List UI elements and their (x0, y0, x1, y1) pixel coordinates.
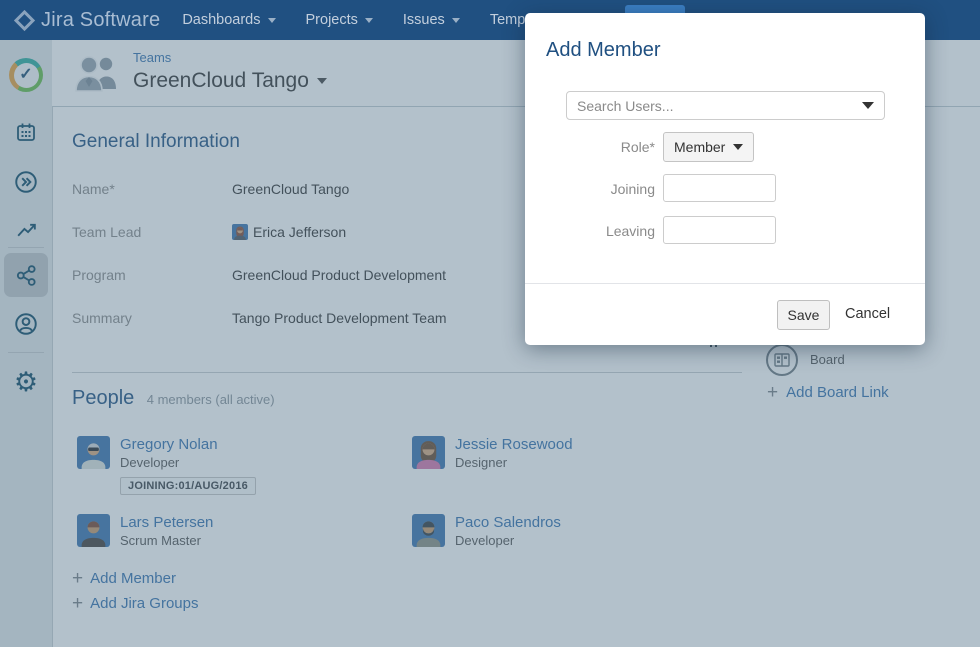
jira-logo-icon (14, 9, 35, 30)
jira-brand[interactable]: Jira Software (17, 9, 160, 32)
chevron-down-icon (365, 18, 373, 23)
joining-label: Joining (525, 174, 655, 204)
chevron-down-icon (452, 18, 460, 23)
nav-item-issues[interactable]: Issues (403, 12, 460, 28)
nav-item-dashboards[interactable]: Dashboards (182, 12, 275, 28)
chevron-down-icon (733, 144, 743, 150)
cancel-button[interactable]: Cancel (845, 306, 890, 322)
role-label: Role* (525, 132, 655, 162)
brand-label: Jira Software (41, 9, 160, 32)
chevron-down-icon (268, 18, 276, 23)
nav-item-label: Issues (403, 12, 445, 28)
nav-menu: Dashboards Projects Issues Tempo (182, 12, 548, 28)
role-value: Member (674, 139, 725, 155)
add-member-dialog: Add Member Search Users... Role* Member … (525, 13, 925, 345)
nav-item-label: Dashboards (182, 12, 260, 28)
joining-date-input[interactable] (663, 174, 776, 202)
search-users-placeholder: Search Users... (577, 98, 862, 114)
leaving-label: Leaving (525, 216, 655, 246)
chevron-down-icon (862, 102, 874, 109)
dialog-title: Add Member (546, 39, 661, 62)
leaving-date-input[interactable] (663, 216, 776, 244)
app-window: ✓ (0, 0, 980, 647)
save-button[interactable]: Save (777, 300, 830, 330)
role-dropdown[interactable]: Member (663, 132, 754, 162)
dialog-footer-divider (525, 283, 925, 284)
nav-item-label: Projects (306, 12, 358, 28)
nav-item-projects[interactable]: Projects (306, 12, 373, 28)
search-users-select[interactable]: Search Users... (566, 91, 885, 120)
